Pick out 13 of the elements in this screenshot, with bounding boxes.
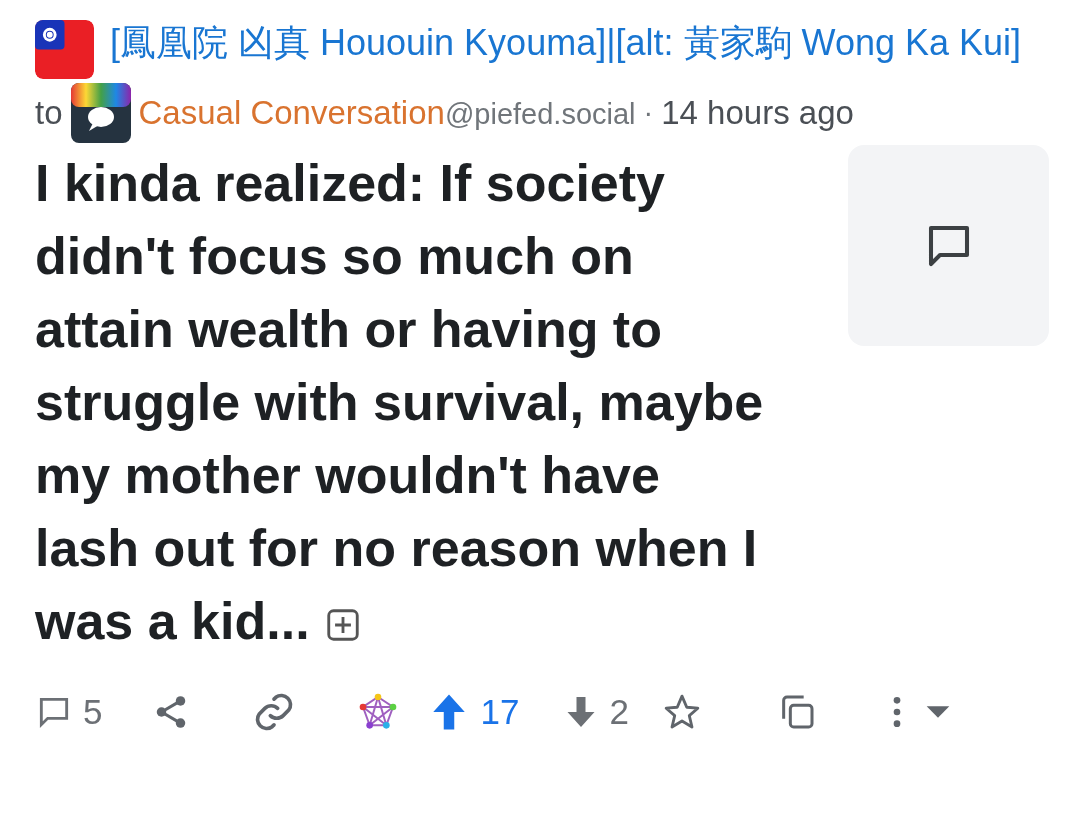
upvote-button[interactable]: 17 [428, 686, 520, 739]
separator: · [643, 95, 654, 131]
timestamp: 14 hours ago [661, 93, 854, 134]
author-link[interactable]: [鳳凰院 凶真 Hououin Kyouma]|[alt: 黃家駒 Wong Ka Kui] [110, 14, 1022, 72]
instance-label: @piefed.social [444, 98, 636, 131]
flag-icon [35, 20, 94, 79]
thumbnail-placeholder[interactable] [848, 145, 1049, 346]
downvote-button[interactable]: 2 [563, 686, 629, 739]
community-link[interactable]: Casual Conversation [138, 94, 445, 132]
post-title[interactable]: I kinda realized: If society didn't focus so much on attain wealth or having to struggle with survival, maybe my mother wouldn't have lash out for no reason when I was a kid... [35, 147, 775, 658]
community-icon [70, 83, 131, 143]
comments-button[interactable]: 5 [35, 686, 103, 739]
to-label: to [35, 93, 63, 134]
